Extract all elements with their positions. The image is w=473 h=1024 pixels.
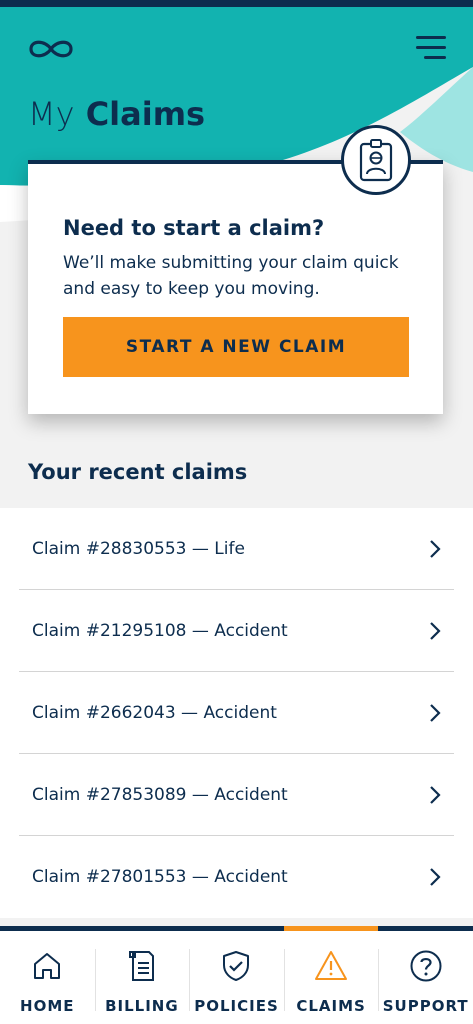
nav-label: BILLING <box>105 997 179 1015</box>
start-claim-heading: Need to start a claim? <box>63 216 325 240</box>
chevron-right-icon <box>430 539 441 558</box>
claim-row[interactable]: Claim #28830553 — Life <box>19 508 454 590</box>
nav-label: CLAIMS <box>296 997 366 1015</box>
recent-claims-list: Claim #28830553 — Life Claim #21295108 —… <box>0 508 473 918</box>
start-claim-card: Need to start a claim? We’ll make submit… <box>28 160 443 414</box>
chevron-right-icon <box>430 703 441 722</box>
claim-label: Claim #21295108 — Accident <box>32 620 288 641</box>
bottom-nav: HOME BILLING POLICIES CLAIMS SUPPORT <box>0 926 473 1024</box>
chevron-right-icon <box>430 868 441 886</box>
start-new-claim-button[interactable]: START A NEW CLAIM <box>63 317 409 377</box>
claim-row[interactable]: Claim #21295108 — Accident <box>19 590 454 672</box>
nav-item-support[interactable]: SUPPORT <box>378 931 473 1024</box>
page-title-prefix: My <box>28 95 75 133</box>
claim-label: Claim #2662043 — Accident <box>32 702 277 723</box>
claim-row[interactable]: Claim #2662043 — Accident <box>19 672 454 754</box>
claim-label: Claim #27853089 — Accident <box>32 784 288 805</box>
start-claim-description: We’ll make submitting your claim quick a… <box>63 253 399 299</box>
nav-label: HOME <box>20 997 75 1015</box>
infinity-icon[interactable] <box>27 36 75 62</box>
nav-item-claims[interactable]: CLAIMS <box>283 926 379 1024</box>
claim-label: Claim #28830553 — Life <box>32 538 245 559</box>
top-status-strip <box>0 0 473 7</box>
id-badge-icon <box>341 125 411 195</box>
question-circle-icon <box>410 950 442 982</box>
nav-item-policies[interactable]: POLICIES <box>189 931 284 1024</box>
nav-label: SUPPORT <box>382 997 469 1015</box>
chevron-right-icon <box>430 785 441 804</box>
nav-label: POLICIES <box>194 997 279 1015</box>
claim-row[interactable]: Claim #27853089 — Accident <box>19 754 454 836</box>
chevron-right-icon <box>430 621 441 640</box>
shield-check-icon <box>223 951 250 981</box>
page-title-main: Claims <box>85 95 206 133</box>
claim-label: Claim #27801553 — Accident <box>32 867 288 887</box>
nav-item-billing[interactable]: BILLING <box>94 931 190 1024</box>
document-icon <box>128 951 154 981</box>
page-title: My Claims <box>28 95 205 133</box>
recent-claims-title: Your recent claims <box>28 460 248 484</box>
warning-triangle-icon <box>315 951 348 980</box>
hamburger-menu-icon[interactable] <box>416 36 446 60</box>
claim-row[interactable]: Claim #27801553 — Accident <box>19 836 454 918</box>
nav-item-home[interactable]: HOME <box>0 931 95 1024</box>
home-icon <box>34 953 61 979</box>
